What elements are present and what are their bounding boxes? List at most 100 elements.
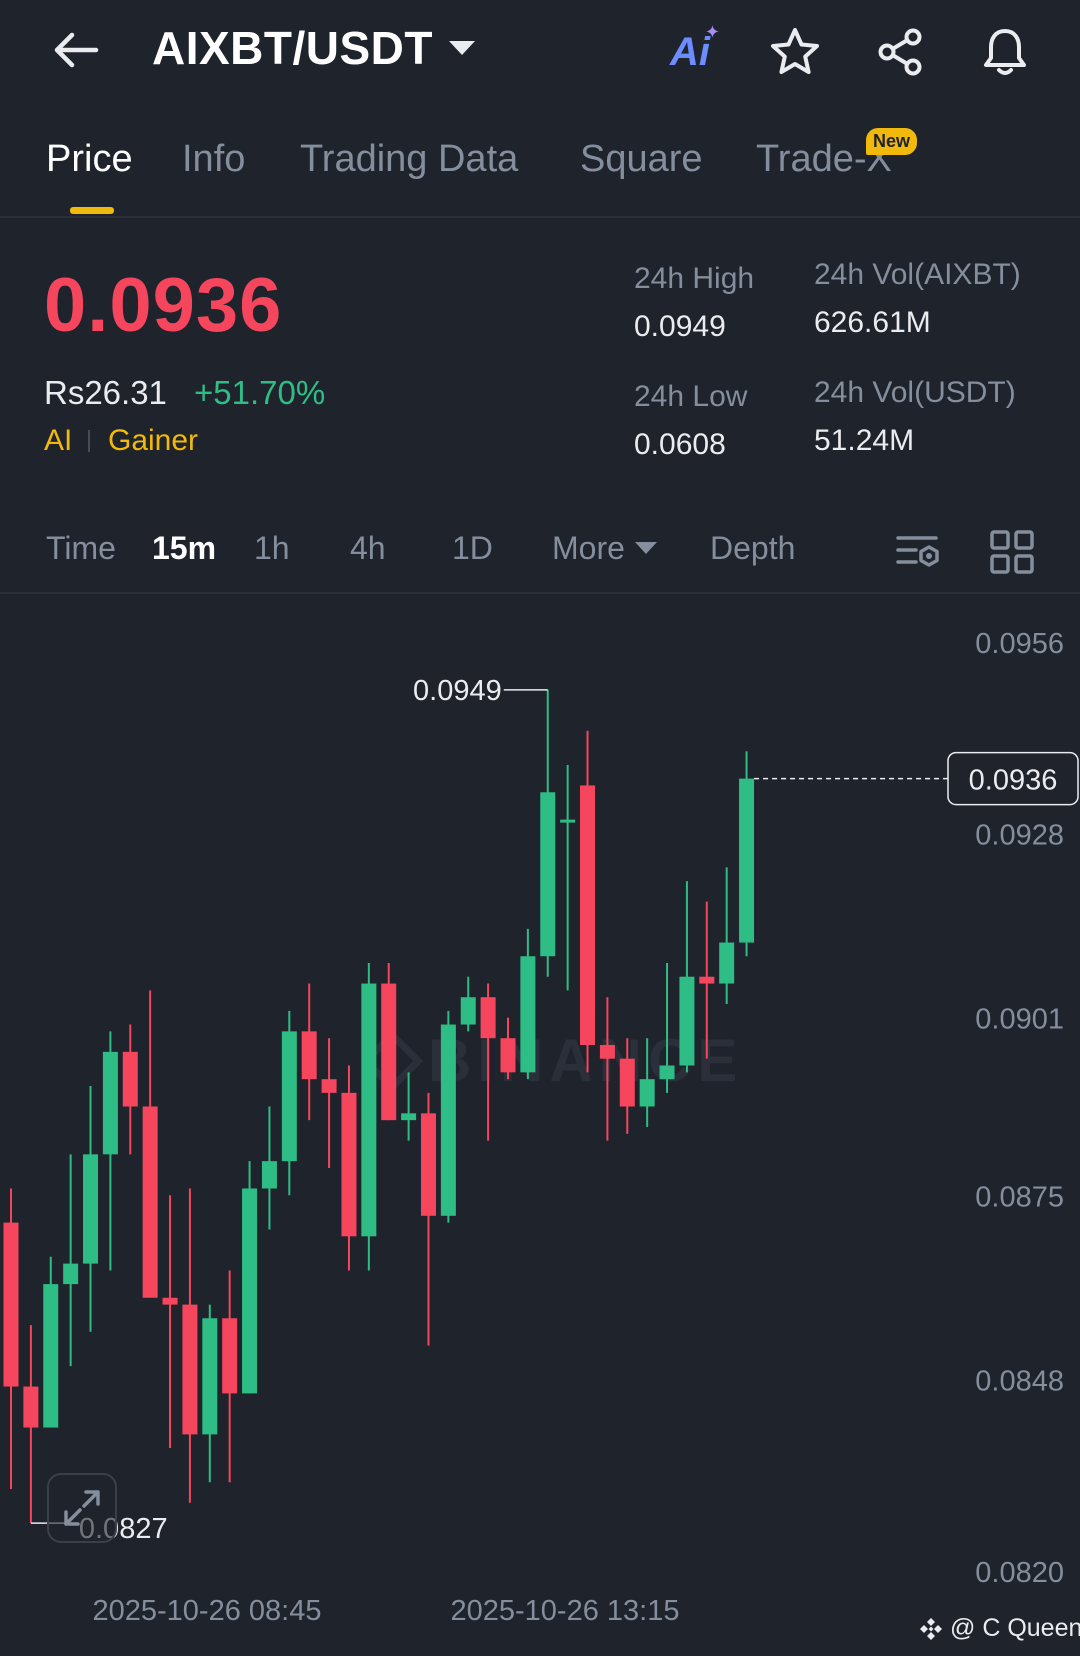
y-axis-tick-label: 0.0956 [975,628,1064,660]
indicator-settings-button[interactable] [890,524,946,580]
favorite-button[interactable] [765,22,825,82]
candle-body [321,1079,337,1093]
expand-icon [64,1490,100,1526]
caret-down-icon [449,41,475,55]
price-change: +51.70% [194,374,326,411]
y-axis-tick-label: 0.0928 [975,819,1064,851]
pair-title: AIXBT/USDT [152,22,433,74]
star-icon [771,28,819,74]
candle-body [3,1222,19,1387]
vol-quote-label: 24h Vol(USDT) [814,376,1016,409]
fullscreen-button[interactable] [47,1473,117,1543]
interval-1h[interactable]: 1h [254,530,290,567]
candle-body [122,1051,138,1107]
tag-gainer[interactable]: Gainer [108,424,198,458]
candle-body [719,942,735,984]
ai-button[interactable]: Ai ✦ [660,22,720,82]
candle-body [341,1092,357,1237]
back-arrow-icon [54,32,99,68]
interval-1d[interactable]: 1D [452,530,493,567]
candle-body [401,1113,417,1121]
candle-body [23,1386,39,1428]
candle-body [440,1024,456,1216]
tab-info[interactable]: Info [182,138,245,181]
candle-body [83,1154,99,1264]
candle-body [580,785,596,1046]
top-bar: AIXBT/USDT Ai ✦ [0,0,1080,100]
candle-body [162,1297,178,1305]
candle-body [659,1065,675,1080]
tab-trading-data[interactable]: Trading Data [300,138,518,181]
candle-body [540,792,556,957]
fiat-price: Rs26.31 [44,374,167,411]
share-button[interactable] [870,22,930,82]
credit-text: @ C Queen [950,1614,1080,1642]
candle-body [242,1188,258,1394]
candle-body [182,1304,198,1435]
candle-body [202,1318,218,1435]
interval-bar: Time 15m 1h 4h 1D More Depth [0,510,1080,594]
share-icon [878,28,922,76]
tag-divider [88,430,90,452]
candle-body [599,1045,615,1059]
candle-body [361,983,377,1237]
vol-base-value: 626.61M [814,306,931,339]
x-axis-tick-label: 2025-10-26 13:15 [451,1595,680,1627]
bell-icon [984,29,1026,75]
candle-body [679,976,695,1066]
candle-body [460,997,476,1025]
last-price-tag: 0.0936 [969,765,1058,797]
candlestick-chart[interactable]: 0.0956 0.0928 0.0901 0.0875 0.0848 0.0820 2025… [0,596,1080,1636]
pair-selector[interactable]: AIXBT/USDT [152,18,475,78]
interval-more[interactable]: More [552,530,657,567]
candle-body [222,1318,238,1394]
y-axis-tick-label: 0.0820 [975,1557,1064,1589]
high-marker-label: 0.0949 [413,675,502,707]
binance-logo-icon [920,1617,942,1640]
candle-body [500,1038,516,1073]
candle-body [639,1079,655,1107]
new-badge: New [866,128,918,155]
candle-body [281,1031,297,1162]
candle-body [420,1113,436,1216]
last-price: 0.0936 [44,263,283,348]
low-value: 0.0608 [634,428,726,461]
high-value: 0.0949 [634,310,726,343]
candle-body [520,956,536,1073]
interval-more-label: More [552,530,625,566]
tag-ai[interactable]: AI [44,424,72,458]
layout-grid-button[interactable] [984,524,1040,580]
back-button[interactable] [48,22,104,78]
candle-body [63,1263,79,1285]
candle-body [381,983,397,1121]
candle-body [43,1284,59,1428]
ai-icon: Ai ✦ [670,21,720,74]
candle-body [480,997,496,1039]
candle-body [261,1161,277,1189]
tab-square[interactable]: Square [580,138,703,181]
candle-body [301,1031,317,1080]
interval-depth[interactable]: Depth [710,530,795,567]
caret-down-icon [634,541,657,554]
x-axis-tick-label: 2025-10-26 08:45 [93,1595,322,1627]
y-axis-tick-label: 0.0848 [975,1366,1064,1398]
candle-body [102,1051,118,1155]
watermark-credit: @ C Queen [918,1614,1080,1643]
interval-15m[interactable]: 15m [152,530,216,567]
candle-body [560,819,576,823]
grid-icon [990,530,1034,574]
candle-body [619,1058,635,1107]
tab-price[interactable]: Price [46,138,133,181]
active-tab-indicator [70,207,114,214]
tab-bar: Price Info Trading Data Square Trade-X N… [0,118,1080,218]
low-label: 24h Low [634,380,748,413]
candle-body [699,976,715,984]
interval-time[interactable]: Time [46,530,116,567]
indicator-settings-icon [896,536,939,567]
alert-button[interactable] [975,22,1035,82]
y-axis-tick-label: 0.0901 [975,1004,1064,1036]
high-label: 24h High [634,262,755,295]
vol-base-label: 24h Vol(AIXBT) [814,258,1021,291]
candle-body [142,1106,158,1298]
interval-4h[interactable]: 4h [350,530,386,567]
